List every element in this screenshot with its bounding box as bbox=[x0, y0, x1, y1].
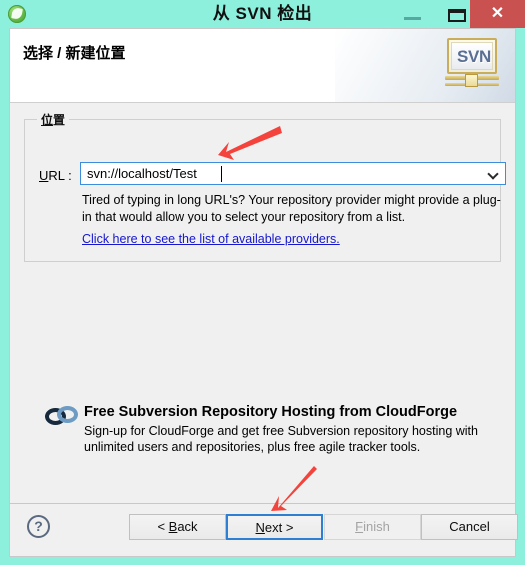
footer-divider bbox=[10, 503, 515, 504]
page-title: 选择 / 新建位置 bbox=[23, 45, 126, 62]
chevron-down-icon[interactable] bbox=[489, 170, 498, 179]
close-button[interactable]: ✕ bbox=[470, 0, 525, 28]
minimize-icon bbox=[404, 17, 421, 20]
dialog-body: 选择 / 新建位置 SVN 位置 URL : svn://localhost/T… bbox=[9, 28, 518, 557]
cloudforge-promo-body: Sign-up for CloudForge and get free Subv… bbox=[84, 424, 478, 454]
minimize-button[interactable] bbox=[390, 0, 435, 28]
url-label-rest: RL : bbox=[48, 168, 72, 183]
help-button[interactable]: ? bbox=[27, 515, 50, 538]
finish-button: Finish bbox=[324, 514, 421, 540]
cancel-button[interactable]: Cancel bbox=[421, 514, 518, 540]
url-combobox[interactable]: svn://localhost/Test bbox=[80, 162, 506, 185]
url-hint-text: Tired of typing in long URL's? Your repo… bbox=[82, 193, 501, 224]
svn-checkout-dialog-window: 从 SVN 检出 ✕ 选择 / 新建位置 SVN 位置 URL: svn://… bbox=[0, 0, 525, 565]
wizard-header: 选择 / 新建位置 SVN bbox=[10, 29, 515, 103]
location-group-label-accel: 位 bbox=[41, 113, 54, 127]
back-button-rest: ack bbox=[177, 519, 198, 534]
finish-button-accel: F bbox=[355, 519, 364, 534]
svn-repository-icon: SVN bbox=[445, 38, 499, 88]
maximize-icon bbox=[448, 9, 466, 22]
location-groupbox: 位置 URL : svn://localhost/Test Tired of t… bbox=[24, 111, 506, 262]
text-caret bbox=[221, 166, 222, 182]
next-button-accel: N bbox=[255, 520, 265, 535]
back-button-pre: < bbox=[157, 519, 169, 534]
close-icon: ✕ bbox=[490, 5, 505, 22]
titlebar: 从 SVN 检出 ✕ bbox=[0, 0, 525, 28]
cloudforge-promo: Free Subversion Repository Hosting from … bbox=[10, 367, 515, 454]
cancel-button-label: Cancel bbox=[449, 519, 490, 534]
svn-icon-frame: SVN bbox=[447, 38, 497, 74]
back-button[interactable]: < Back bbox=[129, 514, 226, 540]
url-label: URL : bbox=[39, 168, 72, 183]
svn-icon-node bbox=[465, 74, 478, 87]
location-group-label-rest: 置 bbox=[53, 113, 66, 127]
finish-button-rest: inish bbox=[363, 519, 390, 534]
available-providers-link[interactable]: Click here to see the list of available … bbox=[82, 232, 340, 246]
next-button[interactable]: Next > bbox=[226, 514, 323, 540]
svn-icon-label: SVN bbox=[456, 47, 492, 66]
cloudforge-promo-title: Free Subversion Repository Hosting from … bbox=[84, 404, 458, 420]
url-input[interactable]: svn://localhost/Test bbox=[87, 166, 197, 181]
url-label-accel: U bbox=[39, 168, 49, 183]
cloudforge-cloud-icon bbox=[45, 406, 79, 426]
location-group-label: 位置 bbox=[37, 111, 70, 128]
cloud-ring-light bbox=[57, 406, 78, 423]
next-button-rest: ext > bbox=[264, 520, 294, 535]
